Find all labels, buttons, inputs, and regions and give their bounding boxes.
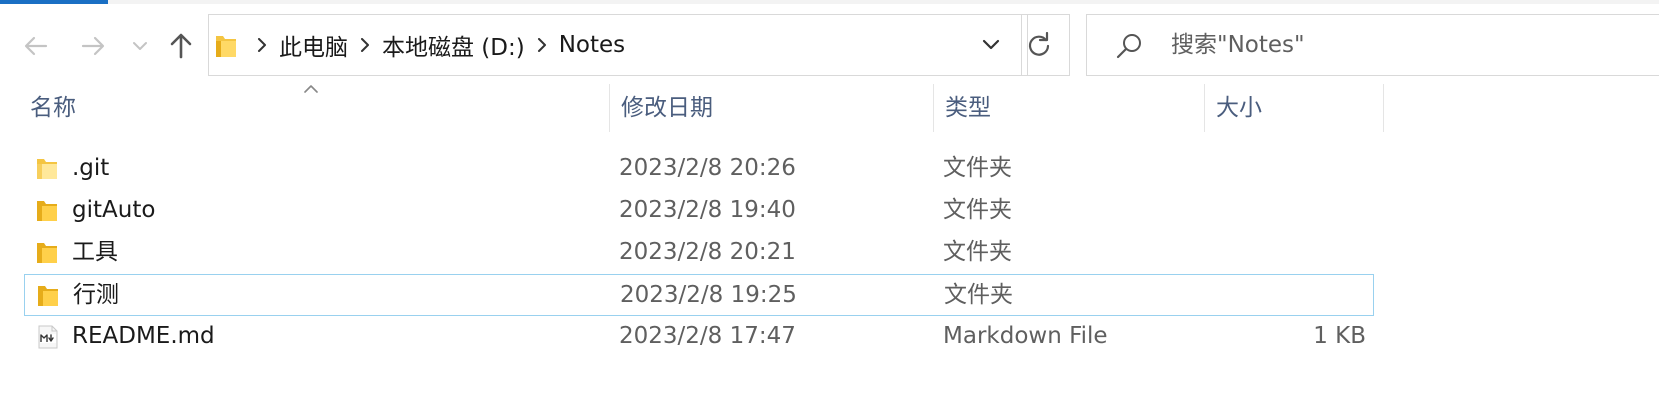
search-icon [1115,32,1143,64]
file-size: 1 KB [1313,323,1366,349]
column-header-date-modified[interactable]: 修改日期 [621,84,713,132]
file-type: 文件夹 [943,197,1012,223]
breadcrumb-this-pc[interactable]: 此电脑 [277,28,350,62]
file-name: .git [72,155,110,181]
arrow-right-icon [81,36,105,56]
search-input[interactable]: 搜索"Notes" [1171,15,1305,75]
file-type: Markdown File [943,323,1108,349]
chevron-right-icon[interactable] [247,38,277,52]
folder-icon [36,199,58,227]
ribbon-divider [108,0,1659,4]
address-bar[interactable]: 此电脑 本地磁盘 (D:) Notes [208,14,1028,76]
search-box[interactable]: 搜索"Notes" [1086,14,1659,76]
file-type: 文件夹 [943,239,1012,265]
file-row[interactable]: README.md 2023/2/8 17:47 Markdown File 1… [24,316,1374,358]
file-row[interactable]: 工具 2023/2/8 20:21 文件夹 [24,232,1374,274]
column-divider[interactable] [1204,84,1205,132]
file-row-selected[interactable]: 行测 2023/2/8 19:25 文件夹 [24,274,1374,316]
file-name: 工具 [72,239,118,265]
file-row[interactable]: gitAuto 2023/2/8 19:40 文件夹 [24,190,1374,232]
column-divider[interactable] [1383,84,1384,132]
refresh-icon [1028,32,1049,56]
folder-icon [36,241,58,269]
chevron-down-icon [982,39,1000,50]
forward-button[interactable] [75,26,111,66]
column-header-type[interactable]: 类型 [945,84,991,132]
breadcrumb-local-disk[interactable]: 本地磁盘 (D:) [380,28,527,62]
breadcrumb-notes[interactable]: Notes [557,32,627,58]
file-name: README.md [72,323,215,349]
file-type: 文件夹 [943,155,1012,181]
file-name: 行测 [73,282,119,308]
markdown-file-icon [36,325,60,353]
folder-icon [215,33,237,63]
chevron-right-icon[interactable] [527,38,557,52]
file-date-modified: 2023/2/8 19:25 [620,282,797,308]
file-date-modified: 2023/2/8 20:26 [619,155,796,181]
chevron-down-icon [133,42,147,50]
file-type: 文件夹 [944,282,1013,308]
column-header-size[interactable]: 大小 [1216,84,1262,132]
recent-locations-button[interactable] [129,26,151,66]
ribbon-tab-indicator [0,0,108,4]
file-name: gitAuto [72,197,156,223]
file-date-modified: 2023/2/8 17:47 [619,323,796,349]
breadcrumb: 此电脑 本地磁盘 (D:) Notes [247,15,627,75]
chevron-right-icon[interactable] [350,38,380,52]
column-divider[interactable] [609,84,610,132]
file-date-modified: 2023/2/8 19:40 [619,197,796,223]
up-button[interactable] [163,26,199,66]
folder-icon [36,157,58,185]
column-headers: 名称 修改日期 类型 大小 [0,84,1384,132]
column-header-name[interactable]: 名称 [30,84,76,132]
file-date-modified: 2023/2/8 20:21 [619,239,796,265]
column-divider[interactable] [933,84,934,132]
file-row[interactable]: .git 2023/2/8 20:26 文件夹 [24,148,1374,190]
folder-icon [37,284,59,312]
arrow-left-icon [24,36,48,56]
back-button[interactable] [18,26,54,66]
top-strip [0,0,1659,4]
refresh-button[interactable] [1008,14,1070,76]
arrow-up-icon [170,33,192,59]
